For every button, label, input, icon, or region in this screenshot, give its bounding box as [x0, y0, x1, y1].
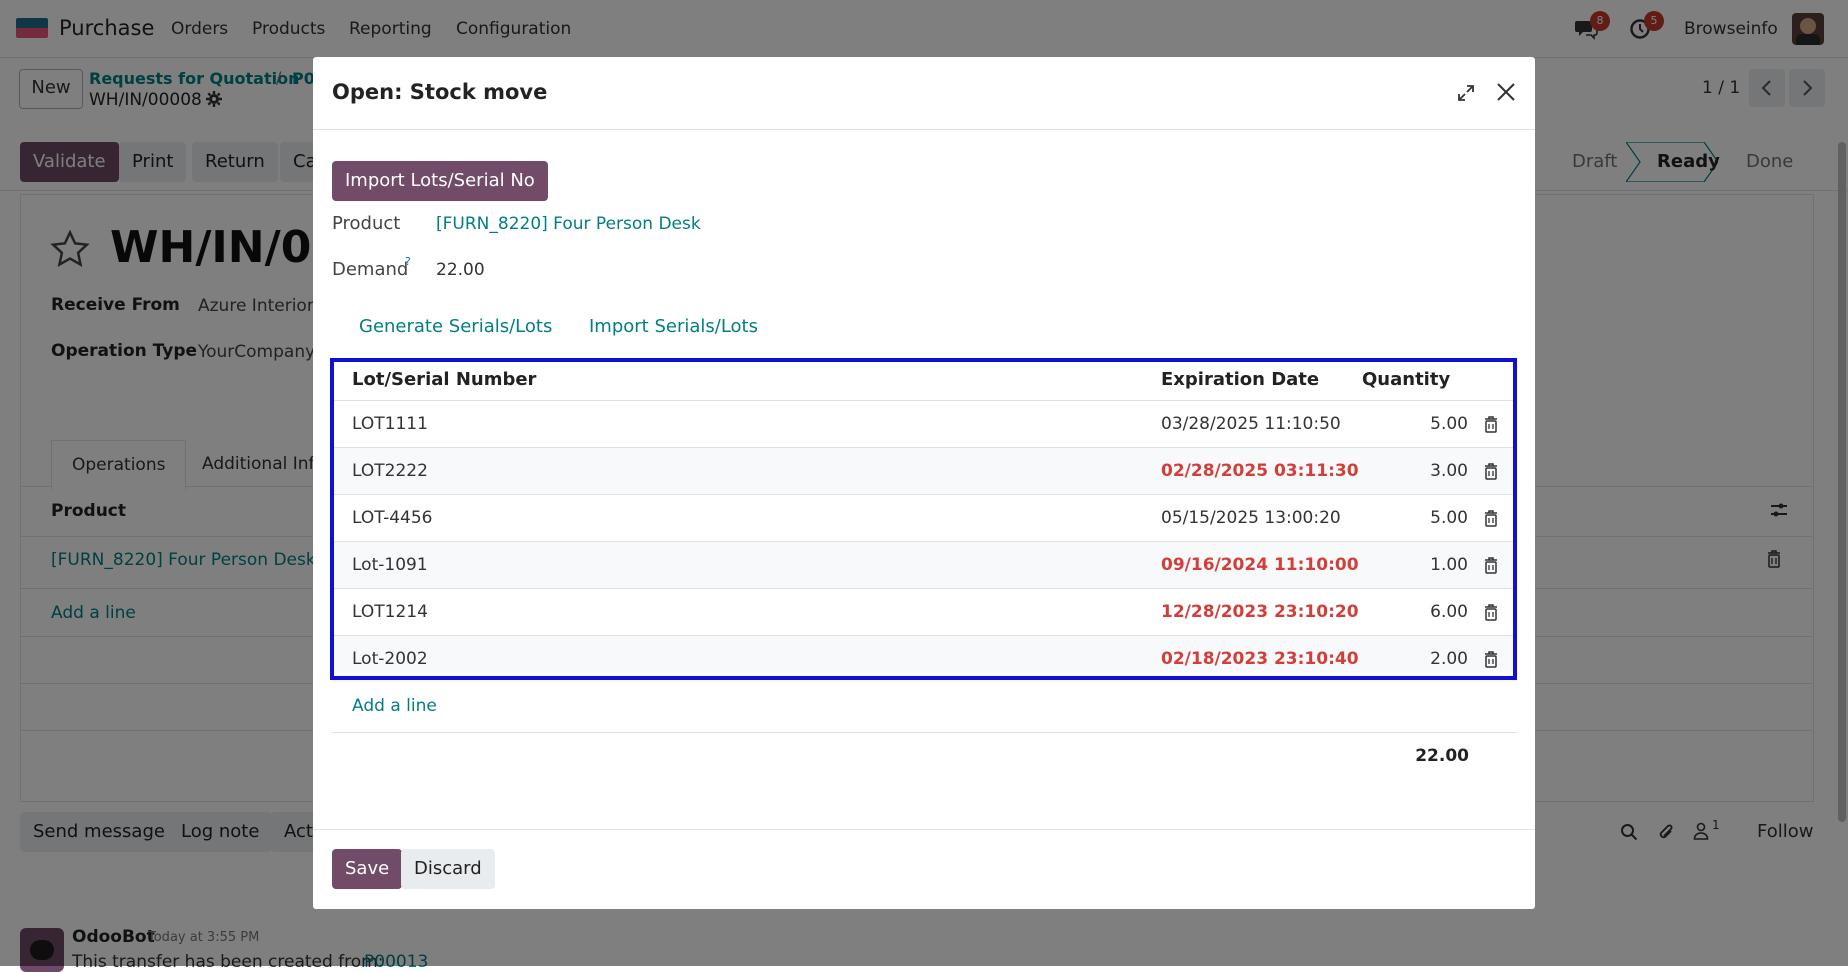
product-link[interactable]: [FURN_8220] Four Person Desk: [436, 214, 701, 234]
trash-icon[interactable]: [1484, 401, 1500, 448]
lot-number[interactable]: LOT-4456: [352, 495, 432, 542]
stock-move-dialog: Open: Stock move Import Lots/Serial No P…: [313, 57, 1535, 909]
close-icon[interactable]: [1495, 81, 1517, 103]
expiration-date[interactable]: 02/18/2023 23:10:40: [1161, 636, 1359, 683]
import-serials-lots-link[interactable]: Import Serials/Lots: [589, 316, 758, 337]
lot-number[interactable]: LOT2222: [352, 448, 428, 495]
trash-icon[interactable]: [1484, 589, 1500, 636]
dialog-footer: [313, 829, 1535, 910]
save-button[interactable]: Save: [332, 849, 403, 889]
lot-number[interactable]: Lot-2002: [352, 636, 428, 683]
demand-label: Demand: [332, 259, 409, 280]
table-row[interactable]: LOT-4456 05/15/2025 13:00:20 5.00: [332, 494, 1517, 542]
demand-value: 22.00: [436, 260, 485, 280]
column-header-expiration[interactable]: Expiration Date: [1161, 359, 1319, 400]
quantity[interactable]: 3.00: [1430, 448, 1468, 495]
expiration-date[interactable]: 12/28/2023 23:10:20: [1161, 589, 1359, 636]
quantity-total: 22.00: [1415, 746, 1469, 766]
quantity[interactable]: 5.00: [1430, 495, 1468, 542]
lot-number[interactable]: Lot-1091: [352, 542, 428, 589]
quantity[interactable]: 2.00: [1430, 636, 1468, 683]
quantity[interactable]: 5.00: [1430, 401, 1468, 448]
table-row[interactable]: LOT2222 02/28/2025 03:11:30 3.00: [332, 447, 1517, 495]
product-label: Product: [332, 213, 401, 234]
quantity[interactable]: 1.00: [1430, 542, 1468, 589]
demand-help-icon[interactable]: ?: [405, 255, 411, 268]
dialog-title: Open: Stock move: [332, 80, 548, 104]
expiration-date[interactable]: 03/28/2025 11:10:50: [1161, 401, 1341, 448]
expand-icon[interactable]: [1457, 84, 1475, 102]
generate-serials-lots-link[interactable]: Generate Serials/Lots: [359, 316, 552, 337]
trash-icon[interactable]: [1484, 448, 1500, 495]
table-row[interactable]: Lot-2002 02/18/2023 23:10:40 2.00: [332, 635, 1517, 683]
column-header-lot[interactable]: Lot/Serial Number: [352, 359, 536, 400]
expiration-date[interactable]: 02/28/2025 03:11:30: [1161, 448, 1359, 495]
table-row[interactable]: LOT1111 03/28/2025 11:10:50 5.00: [332, 400, 1517, 448]
quantity[interactable]: 6.00: [1430, 589, 1468, 636]
expiration-date[interactable]: 09/16/2024 11:10:00: [1161, 542, 1359, 589]
trash-icon[interactable]: [1484, 542, 1500, 589]
lot-number[interactable]: LOT1214: [352, 589, 428, 636]
dialog-header: Open: Stock move: [313, 57, 1535, 130]
import-lots-serial-button[interactable]: Import Lots/Serial No: [332, 161, 548, 201]
trash-icon[interactable]: [1484, 495, 1500, 542]
total-divider: [332, 732, 1517, 733]
add-line-link[interactable]: Add a line: [352, 696, 437, 716]
table-row[interactable]: Lot-1091 09/16/2024 11:10:00 1.00: [332, 541, 1517, 589]
lot-number[interactable]: LOT1111: [352, 401, 428, 448]
expiration-date[interactable]: 05/15/2025 13:00:20: [1161, 495, 1341, 542]
discard-button[interactable]: Discard: [401, 849, 495, 889]
trash-icon[interactable]: [1484, 636, 1500, 683]
table-row[interactable]: LOT1214 12/28/2023 23:10:20 6.00: [332, 588, 1517, 636]
column-header-quantity[interactable]: Quantity: [1362, 359, 1450, 400]
